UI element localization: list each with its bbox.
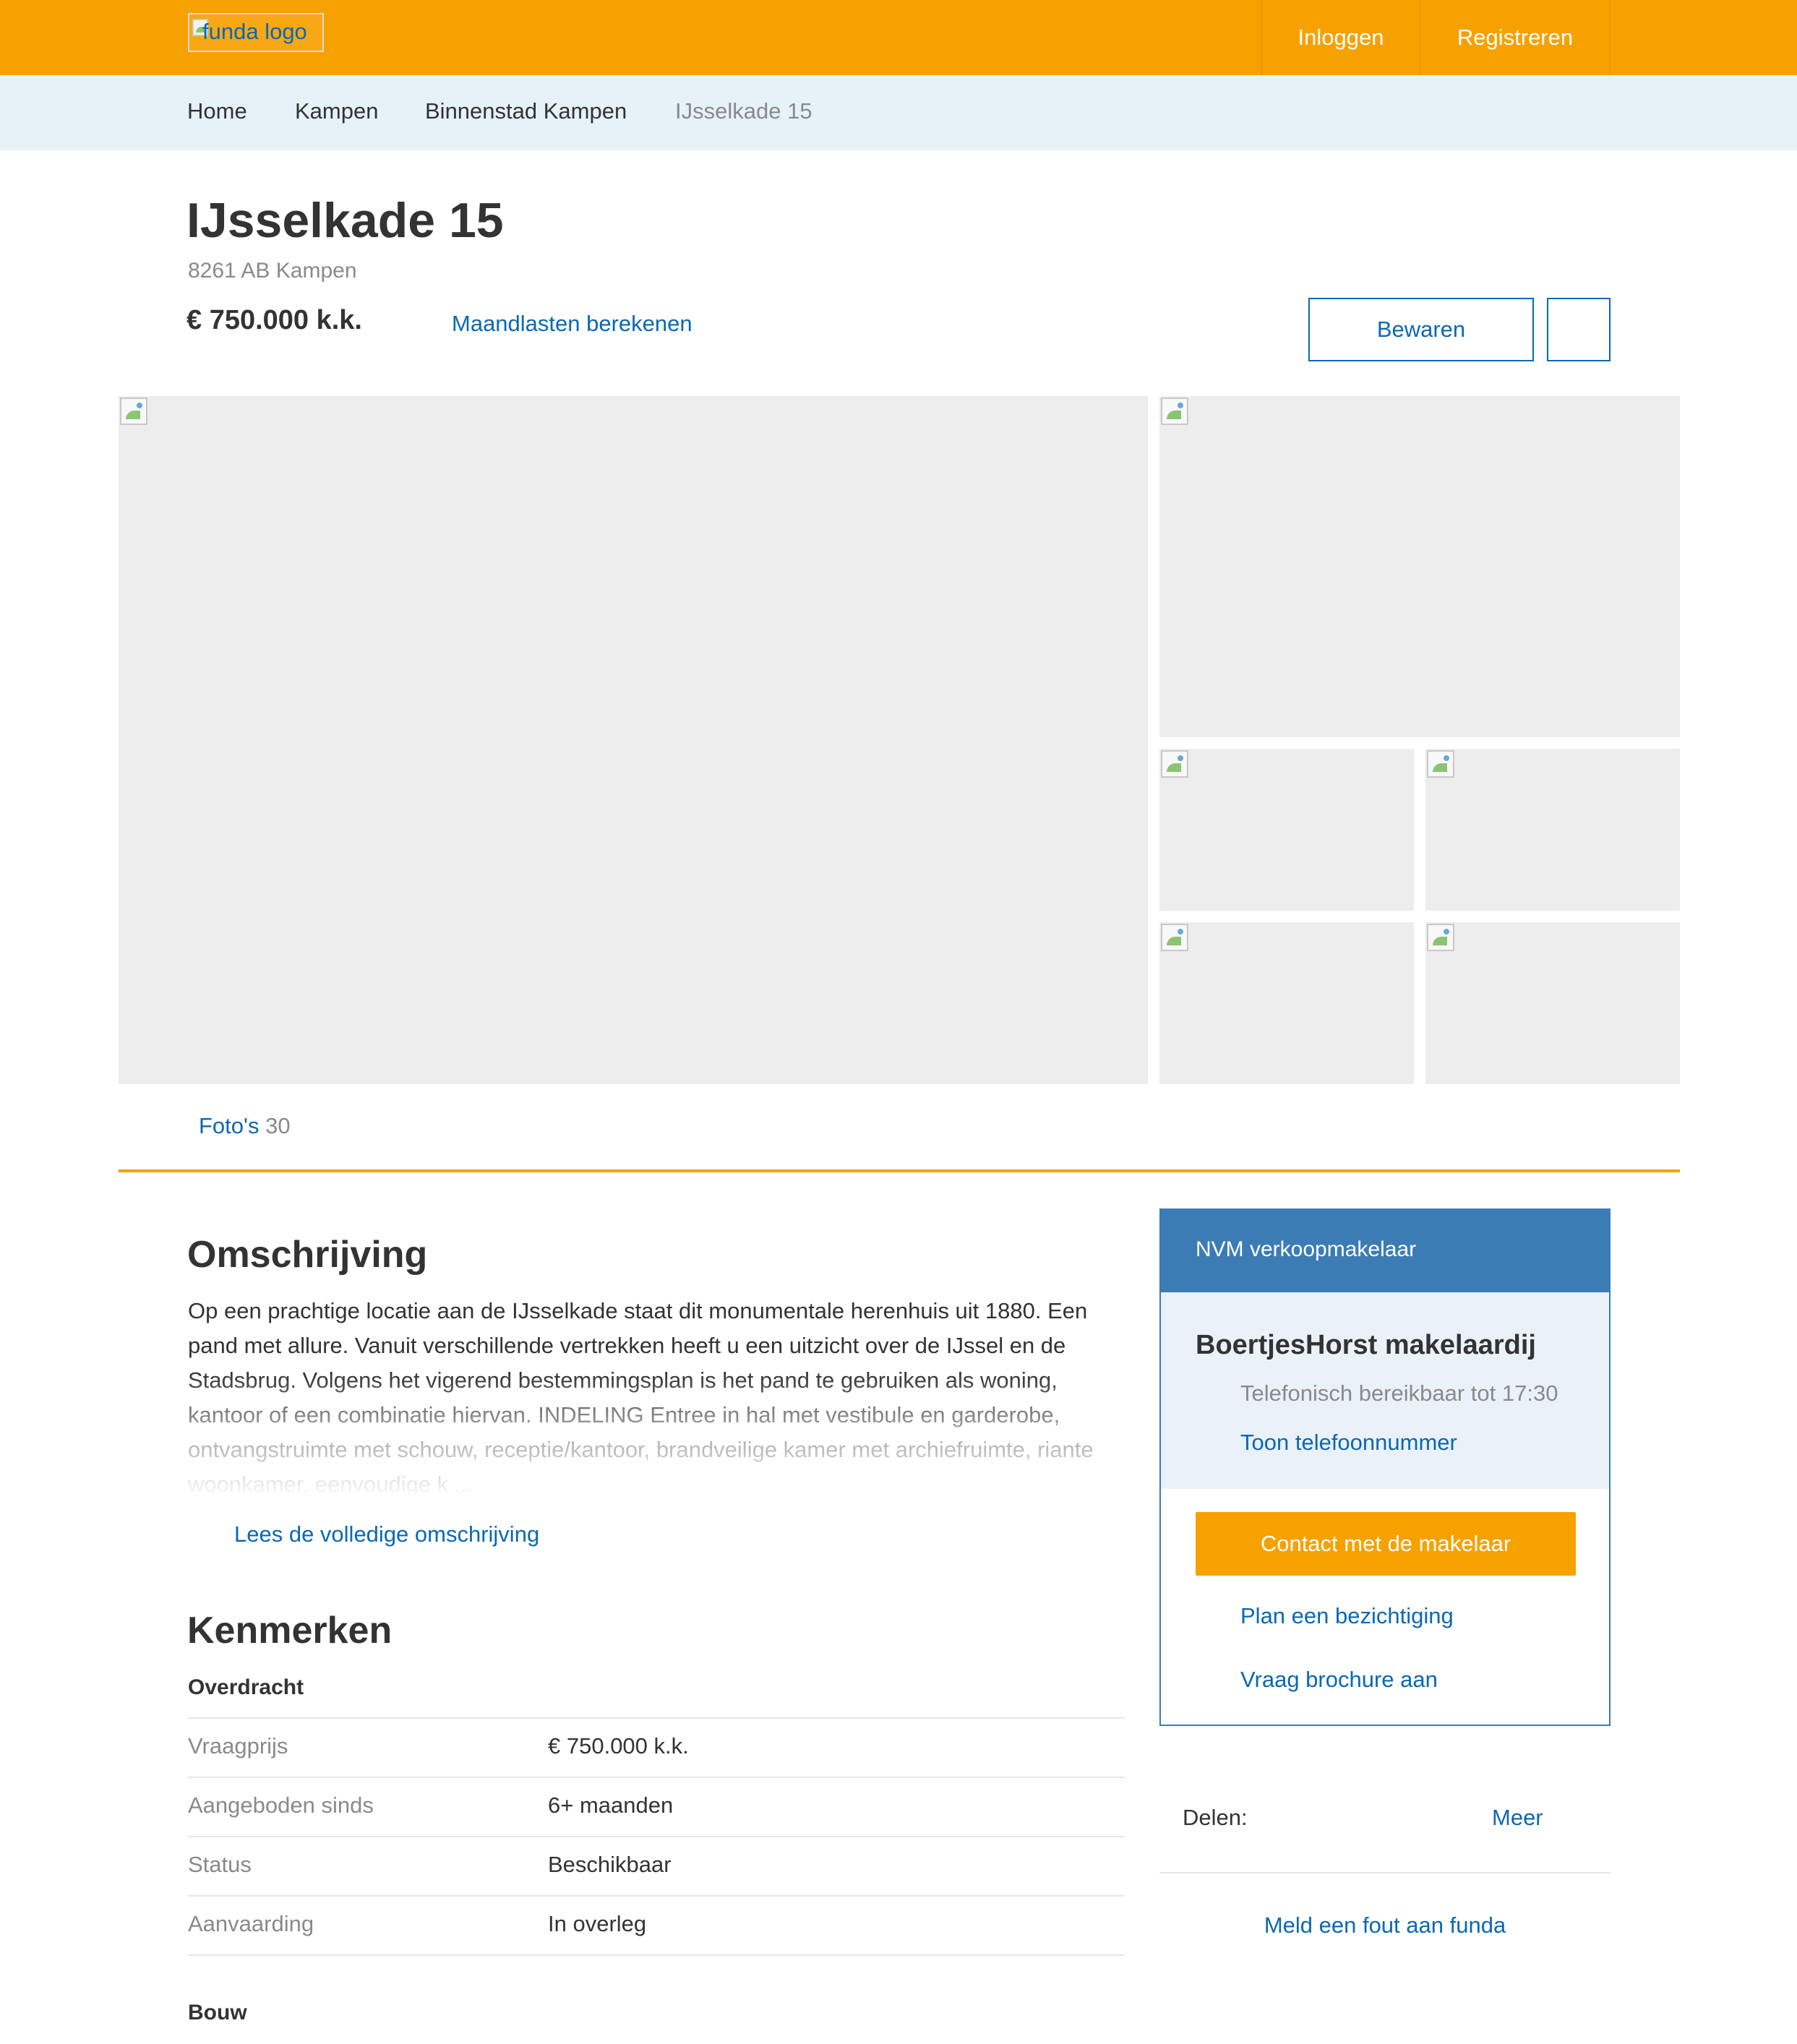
media-divider	[119, 1169, 1680, 1172]
read-full-description-link[interactable]: Lees de volledige omschrijving	[234, 1521, 539, 1547]
breadcrumb: Home Kampen Binnenstad Kampen IJsselkade…	[0, 75, 1797, 150]
table-row: Aangeboden sinds 6+ maanden	[188, 1777, 1125, 1836]
feature-key: Status	[188, 1852, 252, 1877]
photo-thumbnail[interactable]	[1425, 922, 1680, 1084]
feature-value: In overleg	[548, 1911, 647, 1936]
agent-type-label: NVM verkoopmakelaar	[1196, 1237, 1417, 1261]
logo-alt-text: funda logo	[202, 19, 307, 44]
page-title: IJsselkade 15	[186, 193, 504, 248]
plan-viewing-link[interactable]: Plan een bezichtiging	[1240, 1603, 1454, 1629]
share-divider	[1159, 1872, 1611, 1873]
share-button[interactable]	[1547, 298, 1611, 361]
feature-value: 6+ maanden	[548, 1792, 674, 1818]
save-button[interactable]: Bewaren	[1308, 298, 1534, 361]
transfer-heading: Overdracht	[188, 1675, 304, 1699]
table-row: Aanvaarding In overleg	[188, 1895, 1125, 1954]
agent-name: BoertjesHorst makelaardij	[1196, 1330, 1536, 1360]
broken-image-icon	[1427, 750, 1454, 778]
register-button[interactable]: Registreren	[1420, 0, 1611, 75]
breadcrumb-current: IJsselkade 15	[675, 98, 812, 124]
report-error-link[interactable]: Meld een fout aan funda	[1159, 1912, 1611, 1938]
table-row: Status Beschikbaar	[188, 1836, 1125, 1895]
broken-image-icon	[120, 398, 147, 425]
feature-value: Beschikbaar	[548, 1852, 672, 1877]
postcode-city: 8261 AB Kampen	[188, 259, 357, 283]
monthly-costs-link[interactable]: Maandlasten berekenen	[452, 311, 692, 337]
table-row: Vraagprijs € 750.000 k.k.	[188, 1717, 1125, 1777]
features-heading: Kenmerken	[187, 1610, 393, 1652]
breadcrumb-binnenstad-kampen[interactable]: Binnenstad Kampen	[425, 98, 627, 124]
build-heading: Bouw	[188, 2001, 247, 2024]
show-phone-link[interactable]: Toon telefoonnummer	[1240, 1430, 1457, 1456]
photo-thumbnail[interactable]	[1159, 749, 1414, 911]
photo-thumbnail[interactable]	[1159, 922, 1414, 1084]
request-brochure-link[interactable]: Vraag brochure aan	[1240, 1667, 1438, 1693]
broken-image-icon	[1427, 924, 1454, 951]
agent-card-header: NVM verkoopmakelaar	[1161, 1210, 1609, 1292]
top-header: funda logo Inloggen Registreren	[0, 0, 1797, 75]
funda-logo[interactable]: funda logo	[188, 13, 324, 52]
feature-value: € 750.000 k.k.	[548, 1733, 689, 1759]
asking-price: € 750.000 k.k.	[186, 305, 362, 335]
broken-image-icon	[1161, 924, 1188, 951]
agent-info: BoertjesHorst makelaardij Telefonisch be…	[1161, 1292, 1609, 1489]
breadcrumb-home[interactable]: Home	[187, 98, 247, 124]
contact-agent-button[interactable]: Contact met de makelaar	[1196, 1512, 1576, 1576]
description-fade	[181, 1373, 1135, 1500]
feature-key: Aanvaarding	[188, 1911, 314, 1936]
feature-key: Vraagprijs	[188, 1733, 288, 1759]
photo-thumbnail[interactable]	[1425, 749, 1680, 911]
feature-key: Aangeboden sinds	[188, 1792, 374, 1818]
table-divider	[188, 1954, 1125, 1956]
agent-hours: Telefonisch bereikbaar tot 17:30	[1240, 1380, 1558, 1406]
share-label: Delen:	[1183, 1805, 1248, 1830]
agent-card: NVM verkoopmakelaar BoertjesHorst makela…	[1159, 1208, 1611, 1726]
main-photo[interactable]	[119, 396, 1148, 1084]
broken-image-icon	[1161, 398, 1188, 425]
breadcrumb-kampen[interactable]: Kampen	[295, 98, 378, 124]
photos-label: Foto's	[199, 1113, 260, 1138]
photos-count: 30	[265, 1113, 291, 1138]
share-more-link[interactable]: Meer	[1492, 1805, 1543, 1831]
broken-image-icon	[1161, 750, 1188, 778]
photo-thumbnail[interactable]	[1159, 396, 1680, 737]
photos-tab[interactable]: Foto's 30	[199, 1113, 291, 1139]
description-heading: Omschrijving	[187, 1234, 428, 1276]
login-button[interactable]: Inloggen	[1261, 0, 1420, 75]
